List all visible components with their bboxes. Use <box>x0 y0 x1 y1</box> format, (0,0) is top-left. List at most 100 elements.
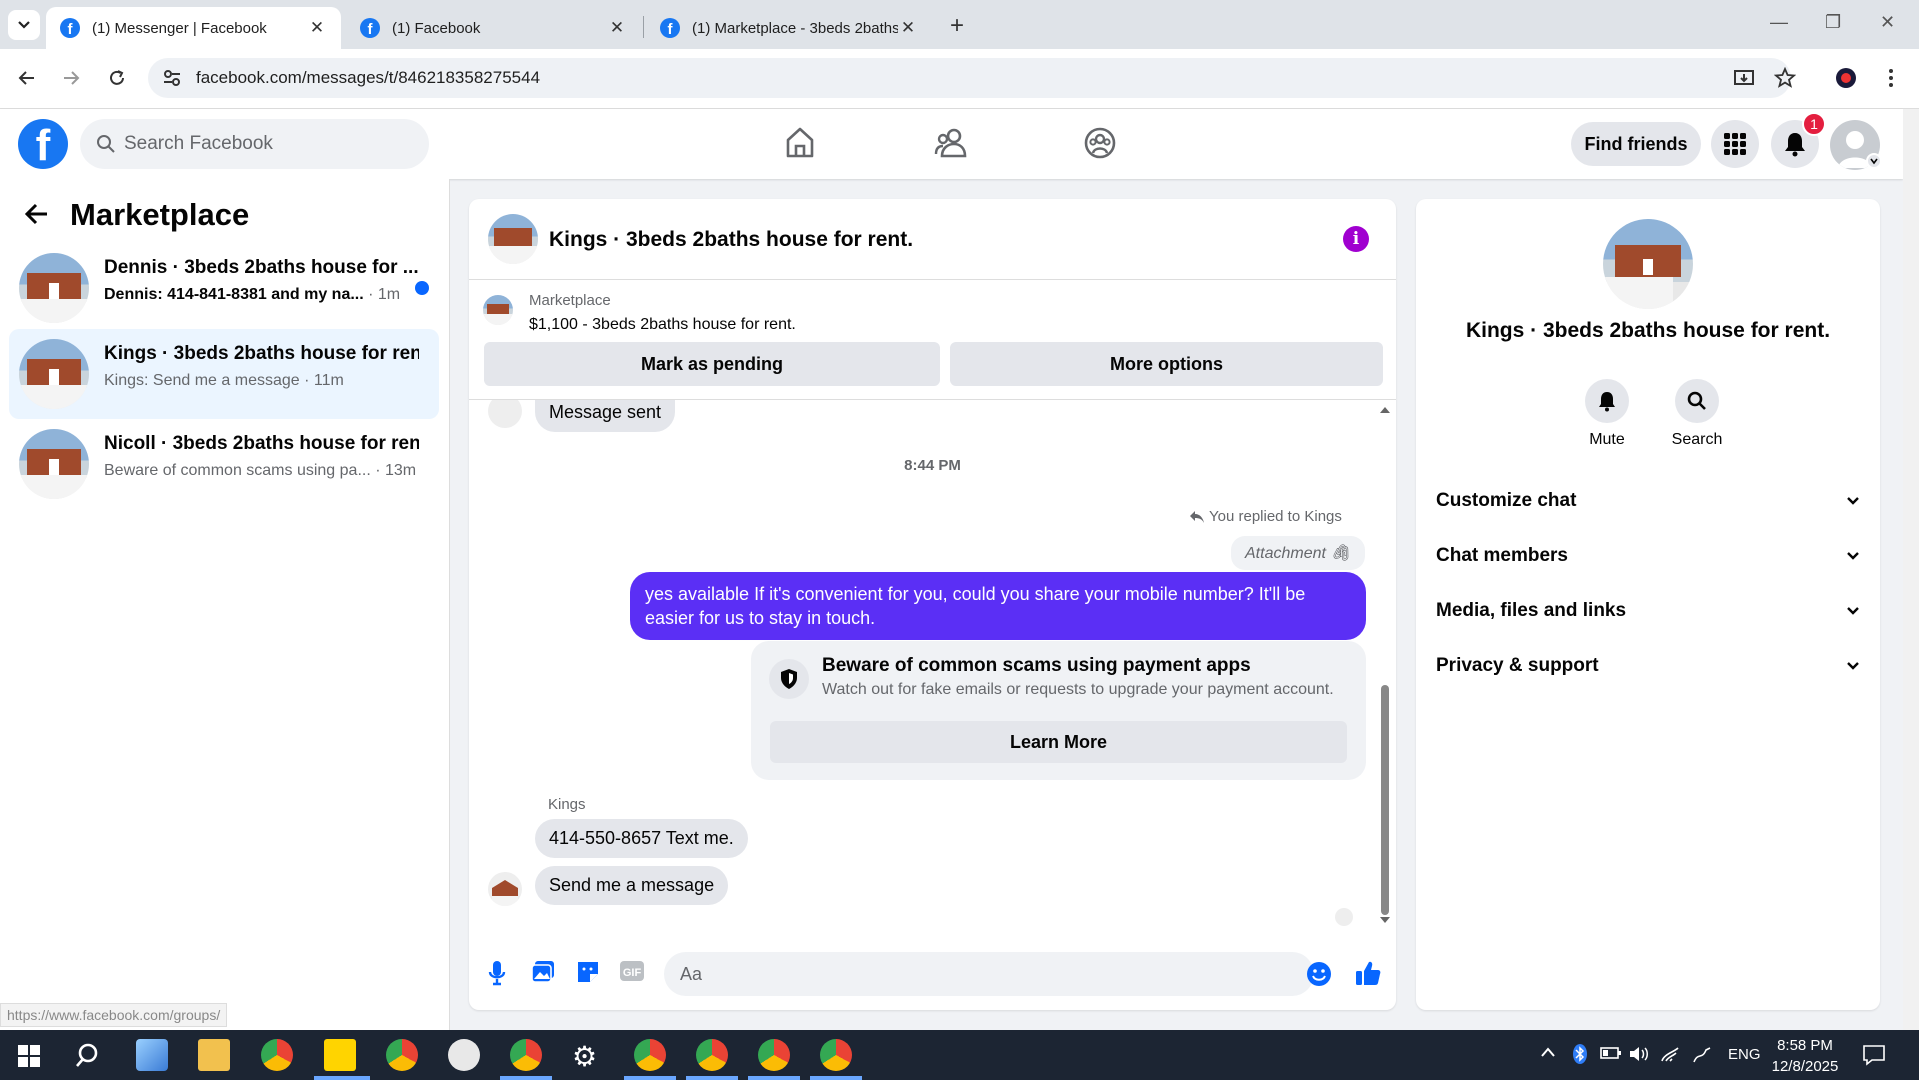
tab-facebook[interactable]: f (1) Facebook ✕ <box>346 7 641 49</box>
chat-avatar[interactable] <box>488 214 538 264</box>
nav-groups[interactable] <box>1083 126 1117 160</box>
chrome-icon[interactable] <box>820 1039 852 1071</box>
conversation-nicoll[interactable]: Nicoll · 3beds 2baths house for rent. Be… <box>9 419 439 509</box>
chevron-down-icon <box>1847 662 1859 670</box>
listing-price[interactable]: $1,100 - 3beds 2baths house for rent. <box>529 316 796 334</box>
privacy-support-section[interactable]: Privacy & support <box>1436 646 1860 686</box>
nav-friends[interactable] <box>934 126 968 160</box>
minimize-button[interactable]: — <box>1770 12 1788 33</box>
bookmark-button[interactable] <box>1770 63 1800 93</box>
mute-label: Mute <box>1589 431 1625 448</box>
arrow-left-icon <box>24 203 47 225</box>
tab-messenger[interactable]: f (1) Messenger | Facebook ✕ <box>46 7 341 49</box>
chat-title[interactable]: Kings · 3beds 2baths house for rent. <box>549 228 913 252</box>
volume-icon[interactable] <box>1628 1046 1650 1062</box>
facebook-search-input[interactable]: Search Facebook <box>80 119 429 169</box>
install-icon <box>1734 70 1754 85</box>
conversation-name: Nicoll · 3beds 2baths house for rent. <box>104 433 419 454</box>
nav-home[interactable] <box>784 126 816 160</box>
details-avatar[interactable] <box>1603 219 1693 309</box>
tab-search-button[interactable] <box>8 10 40 40</box>
incoming-message[interactable]: 414-550-8657 Text me. <box>535 819 748 858</box>
listing-thumbnail <box>483 295 513 325</box>
message-composer: GIF Aa <box>469 939 1396 1009</box>
task-view-icon[interactable] <box>136 1039 168 1071</box>
more-options-button[interactable]: More options <box>950 342 1383 386</box>
sticker-icon[interactable] <box>575 959 601 985</box>
media-files-links-section[interactable]: Media, files and links <box>1436 591 1860 631</box>
windows-start-icon[interactable] <box>18 1045 40 1067</box>
search-label: Search <box>1671 431 1723 448</box>
svg-text:GIF: GIF <box>623 967 642 979</box>
chat-members-section[interactable]: Chat members <box>1436 536 1860 576</box>
grid-menu-icon <box>1724 133 1746 155</box>
chrome-icon[interactable] <box>696 1039 728 1071</box>
learn-more-button[interactable]: Learn More <box>770 721 1347 763</box>
tab-marketplace[interactable]: f (1) Marketplace - 3beds 2baths ✕ <box>646 7 932 49</box>
browser-menu-button[interactable] <box>1876 63 1906 93</box>
close-window-button[interactable]: ✕ <box>1880 12 1895 33</box>
file-explorer-icon[interactable] <box>198 1039 230 1071</box>
photo-icon[interactable] <box>530 959 556 985</box>
bell-icon <box>1599 392 1615 412</box>
outgoing-message[interactable]: yes available If it's convenient for you… <box>630 572 1366 640</box>
paint-icon[interactable] <box>448 1039 480 1071</box>
customize-chat-section[interactable]: Customize chat <box>1436 481 1860 521</box>
close-tab-icon[interactable]: ✕ <box>307 18 327 38</box>
back-arrow-button[interactable] <box>24 201 50 227</box>
menu-button[interactable] <box>1711 120 1759 168</box>
tray-chevron-icon[interactable] <box>1540 1046 1556 1058</box>
facebook-favicon-icon: f <box>360 18 380 38</box>
chrome-icon[interactable] <box>510 1039 542 1071</box>
emoji-icon[interactable] <box>1306 961 1332 987</box>
listing-thumbnail <box>19 429 89 499</box>
info-icon[interactable]: i <box>1343 226 1369 252</box>
chrome-icon[interactable] <box>758 1039 790 1071</box>
like-icon[interactable] <box>1354 959 1382 987</box>
close-tab-icon[interactable]: ✕ <box>607 18 627 38</box>
search-in-chat-button[interactable]: Search <box>1657 379 1737 449</box>
active-app-indicator <box>748 1076 800 1080</box>
input-language[interactable]: ENG <box>1728 1046 1761 1063</box>
incoming-message[interactable]: Send me a message <box>535 866 729 905</box>
bluetooth-icon[interactable] <box>1572 1043 1588 1065</box>
forward-button[interactable] <box>56 63 86 93</box>
message-bubble[interactable]: Message sent <box>535 400 676 432</box>
chrome-icon[interactable] <box>261 1039 293 1071</box>
sticky-notes-icon[interactable] <box>324 1039 356 1071</box>
attachment-reference[interactable]: Attachment 🖇 <box>1231 536 1365 570</box>
new-tab-button[interactable]: + <box>950 12 964 40</box>
system-clock[interactable]: 8:58 PM 12/8/2025 <box>1760 1035 1850 1077</box>
chat-scroll-thumb[interactable] <box>1381 685 1389 915</box>
find-friends-button[interactable]: Find friends <box>1571 122 1701 166</box>
account-menu-chevron[interactable] <box>1866 153 1882 169</box>
profile-button[interactable] <box>1831 63 1861 93</box>
pen-icon[interactable] <box>1692 1046 1712 1064</box>
install-app-button[interactable] <box>1729 63 1759 93</box>
sender-avatar[interactable] <box>488 872 522 906</box>
microphone-icon[interactable] <box>487 959 507 987</box>
chevron-down-icon <box>18 21 30 29</box>
restore-button[interactable]: ❐ <box>1825 12 1841 33</box>
gif-icon[interactable]: GIF <box>619 959 645 983</box>
url-field[interactable]: facebook.com/messages/t/846218358275544 <box>148 58 1791 98</box>
profile-icon <box>1836 68 1856 88</box>
settings-gear-icon[interactable]: ⚙ <box>572 1040 597 1073</box>
network-icon[interactable] <box>1660 1046 1680 1062</box>
chrome-icon[interactable] <box>634 1039 666 1071</box>
facebook-logo[interactable]: f <box>18 119 68 169</box>
conversation-dennis[interactable]: Dennis · 3beds 2baths house for ... Denn… <box>9 243 439 333</box>
mute-button[interactable]: Mute <box>1567 379 1647 449</box>
battery-icon[interactable] <box>1600 1046 1622 1060</box>
active-app-indicator <box>686 1076 738 1080</box>
close-tab-icon[interactable]: ✕ <box>898 18 918 38</box>
back-button[interactable] <box>12 63 42 93</box>
mark-as-pending-button[interactable]: Mark as pending <box>484 342 940 386</box>
reload-button[interactable] <box>102 63 132 93</box>
conversation-kings[interactable]: Kings · 3beds 2baths house for rent. Kin… <box>9 329 439 419</box>
notification-center-icon[interactable] <box>1862 1044 1886 1066</box>
message-input[interactable]: Aa <box>664 952 1314 996</box>
taskbar-search-icon[interactable] <box>74 1042 102 1070</box>
page-scrollbar[interactable] <box>1903 109 1919 1030</box>
chrome-icon[interactable] <box>386 1039 418 1071</box>
